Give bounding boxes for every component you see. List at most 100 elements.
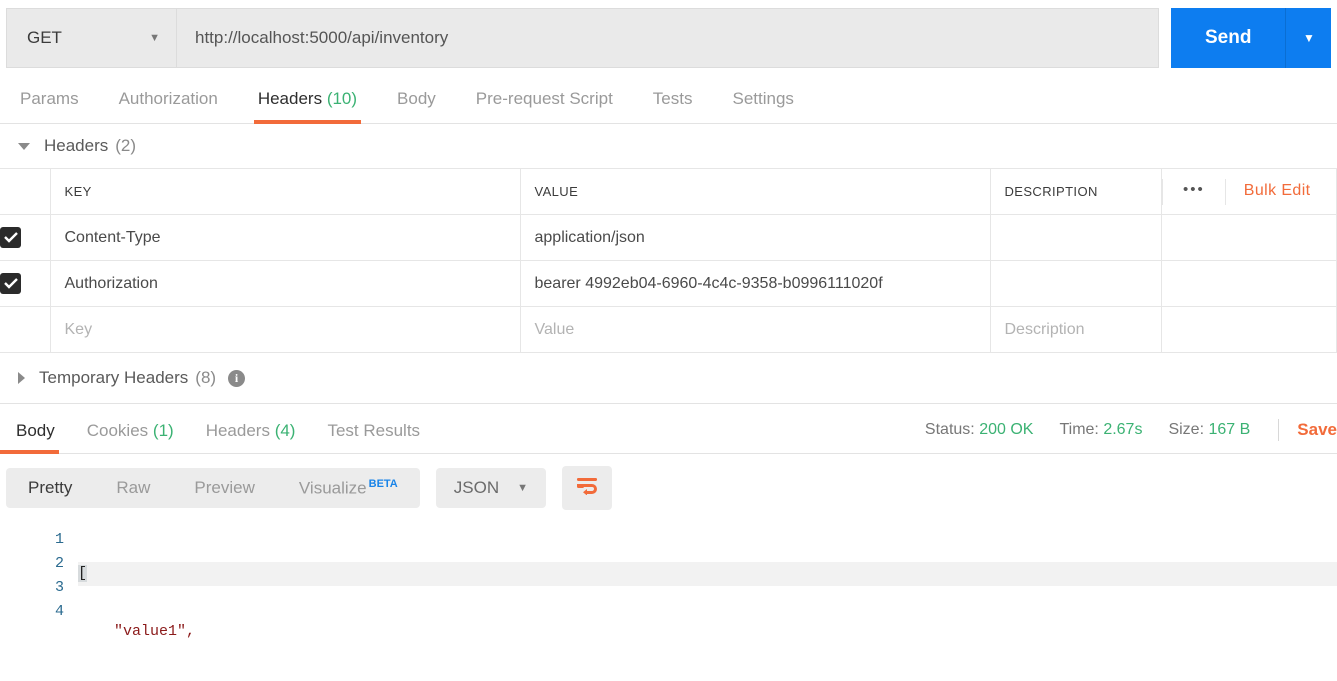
headers-table: KEY VALUE DESCRIPTION ••• Bulk Edit Cont… [0,168,1337,353]
line-number: 2 [54,555,64,572]
word-wrap-toggle[interactable] [562,466,612,510]
save-response-button[interactable]: Save [1297,420,1337,440]
table-header-row: KEY VALUE DESCRIPTION ••• Bulk Edit [0,168,1337,215]
body-view-raw[interactable]: Raw [94,468,172,509]
temporary-headers-count: (8) [195,368,217,387]
header-key-cell[interactable]: Authorization [50,260,521,307]
tab-label: Authorization [118,89,218,108]
bulk-edit-button[interactable]: Bulk Edit [1224,178,1311,205]
header-description-cell[interactable] [990,214,1162,261]
table-actions-cell: ••• Bulk Edit [1161,168,1337,215]
tab-label: Body [16,421,55,440]
response-body-code[interactable]: 1 2 3 4 [ "value1", "value2" ] [0,522,1337,681]
temporary-headers-toggle[interactable]: Temporary Headers (8) i [0,353,1337,403]
tab-headers[interactable]: Headers (10) [238,89,377,124]
body-view-preview[interactable]: Preview [172,468,276,509]
code-line: "value1", [78,623,196,640]
tab-label: Body [397,89,436,108]
new-header-value-input[interactable]: Value [520,306,991,353]
triangle-right-icon [18,372,25,384]
tab-params[interactable]: Params [0,89,99,123]
view-label: Raw [116,477,151,497]
chevron-down-icon: ▼ [149,32,160,44]
tab-tests[interactable]: Tests [633,89,713,123]
body-view-pretty[interactable]: Pretty [6,468,94,509]
divider [1278,419,1280,441]
request-url-value: http://localhost:5000/api/inventory [195,28,449,47]
http-method-select[interactable]: GET ▼ [6,8,176,68]
tab-count: (4) [274,421,296,440]
body-format-value: JSON [453,478,500,497]
response-tab-test-results[interactable]: Test Results [311,421,436,453]
status-value: 200 OK [979,421,1034,438]
select-all-cell [0,168,51,215]
send-button[interactable]: Send [1171,8,1286,68]
temporary-headers-title: Temporary Headers [39,368,189,387]
view-label: Visualize [298,478,367,498]
tab-label: Settings [732,89,794,108]
row-actions-cell [1161,306,1337,353]
table-row: Authorization bearer 4992eb04-6960-4c4c-… [0,260,1337,307]
status-group: Status: 200 OK [925,421,1034,439]
beta-badge: BETA [368,477,398,490]
size-label: Size: [1168,421,1205,438]
column-header-key: KEY [50,168,521,215]
http-method-value: GET [27,28,62,47]
row-checkbox-cell [0,260,51,307]
tab-authorization[interactable]: Authorization [99,89,238,123]
size-group: Size: 167 B [1168,421,1250,439]
time-group: Time: 2.67s [1059,421,1142,439]
tab-label: Pre-request Script [475,89,613,108]
tab-body[interactable]: Body [377,89,456,123]
row-actions-cell [1161,214,1337,261]
bracket-token: [ [78,565,88,582]
send-options-chevron-down-icon[interactable]: ▼ [1285,8,1332,68]
triangle-down-icon [18,142,30,150]
size-value: 167 B [1208,421,1251,438]
tab-label: Headers [205,421,270,440]
response-tab-headers[interactable]: Headers (4) [190,421,312,453]
response-meta: Status: 200 OK Time: 2.67s Size: 167 B S… [899,419,1337,453]
body-format-select[interactable]: JSON ▼ [435,468,546,508]
tab-label: Headers [257,89,323,108]
tab-settings[interactable]: Settings [712,89,813,123]
response-tab-cookies[interactable]: Cookies (1) [71,421,190,453]
tab-label: Test Results [327,421,421,440]
new-header-key-input[interactable]: Key [50,306,521,353]
tab-count: (1) [152,421,174,440]
time-label: Time: [1059,421,1099,438]
line-number: 4 [54,603,64,620]
headers-section-count: (2) [115,136,137,155]
row-actions-cell [1161,260,1337,307]
header-key-cell[interactable]: Content-Type [50,214,521,261]
more-options-icon[interactable]: ••• [1162,178,1225,205]
headers-section-toggle[interactable]: Headers (2) [0,124,1337,168]
tab-count: (10) [326,89,358,108]
code-lines: [ "value1", "value2" ] [78,528,1337,681]
header-description-cell[interactable] [990,260,1162,307]
view-label: Preview [194,477,255,497]
request-url-input[interactable]: http://localhost:5000/api/inventory [176,8,1159,68]
row-checkbox-cell [0,214,51,261]
new-header-description-input[interactable]: Description [990,306,1162,353]
tab-pre-request-script[interactable]: Pre-request Script [456,89,633,123]
row-checkbox-checked-icon[interactable] [0,227,21,248]
send-button-group: Send ▼ [1171,8,1332,68]
code-line: [ [78,562,1337,586]
tab-label: Params [20,89,79,108]
chevron-down-icon: ▼ [517,482,528,494]
time-value: 2.67s [1103,421,1143,438]
info-icon[interactable]: i [228,369,246,387]
column-header-description: DESCRIPTION [990,168,1162,215]
table-row-new: Key Value Description [0,306,1337,353]
line-number: 1 [54,531,64,548]
tab-label: Tests [652,89,693,108]
request-tabs: Params Authorization Headers (10) Body P… [0,76,1337,124]
row-checkbox-checked-icon[interactable] [0,273,21,294]
body-view-visualize[interactable]: Visualize BETA [277,468,420,509]
response-tab-body[interactable]: Body [0,421,71,454]
header-value-cell[interactable]: application/json [520,214,991,261]
response-tabs: Body Cookies (1) Headers (4) Test Result… [0,421,436,454]
column-header-value: VALUE [520,168,991,215]
header-value-cell[interactable]: bearer 4992eb04-6960-4c4c-9358-b09961110… [520,260,991,307]
